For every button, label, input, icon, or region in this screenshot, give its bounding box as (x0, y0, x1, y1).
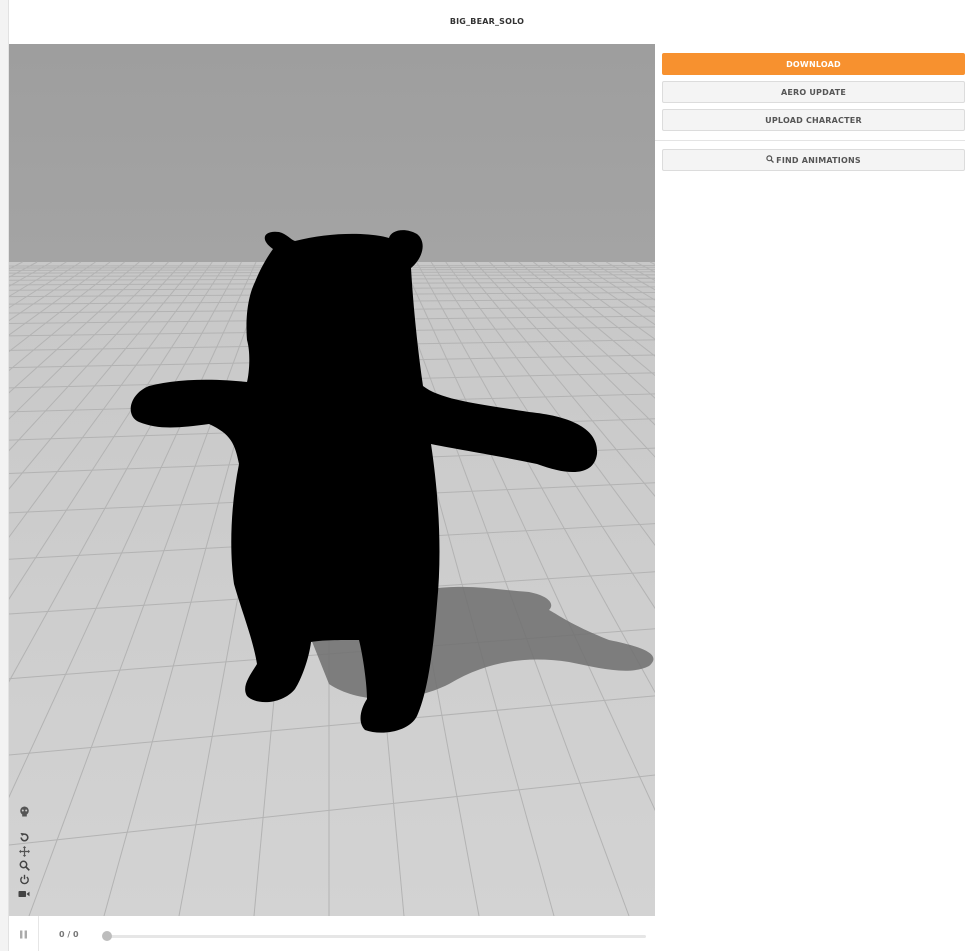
search-icon (766, 150, 775, 171)
panel-divider (655, 140, 965, 141)
download-button[interactable]: DOWNLOAD (662, 53, 965, 75)
pan-icon[interactable] (17, 844, 31, 858)
playback-bar: 0 / 0 (9, 916, 655, 951)
left-edge-strip (0, 0, 9, 951)
viewport-toolbar (17, 804, 31, 900)
side-panel: DOWNLOAD AERO UPDATE UPLOAD CHARACTER FI… (655, 44, 965, 951)
upload-character-button[interactable]: UPLOAD CHARACTER (662, 109, 965, 131)
skeleton-icon[interactable] (17, 804, 31, 818)
reset-view-icon[interactable] (17, 830, 31, 844)
3d-viewport[interactable] (9, 44, 655, 916)
timeline-track[interactable] (107, 935, 646, 938)
camera-icon[interactable] (17, 886, 31, 900)
aero-update-button[interactable]: AERO UPDATE (662, 81, 965, 103)
find-animations-label: FIND ANIMATIONS (776, 156, 861, 165)
pause-button[interactable] (9, 916, 39, 951)
page-title: BIG_BEAR_SOLO (449, 17, 525, 26)
frame-counter: 0 / 0 (59, 930, 79, 939)
header-bar: BIG_BEAR_SOLO (9, 0, 965, 45)
pause-icon (19, 924, 28, 943)
power-icon[interactable] (17, 872, 31, 886)
timeline-scrubber[interactable] (102, 931, 112, 941)
scene (9, 44, 655, 916)
find-animations-button[interactable]: FIND ANIMATIONS (662, 149, 965, 171)
zoom-icon[interactable] (17, 858, 31, 872)
